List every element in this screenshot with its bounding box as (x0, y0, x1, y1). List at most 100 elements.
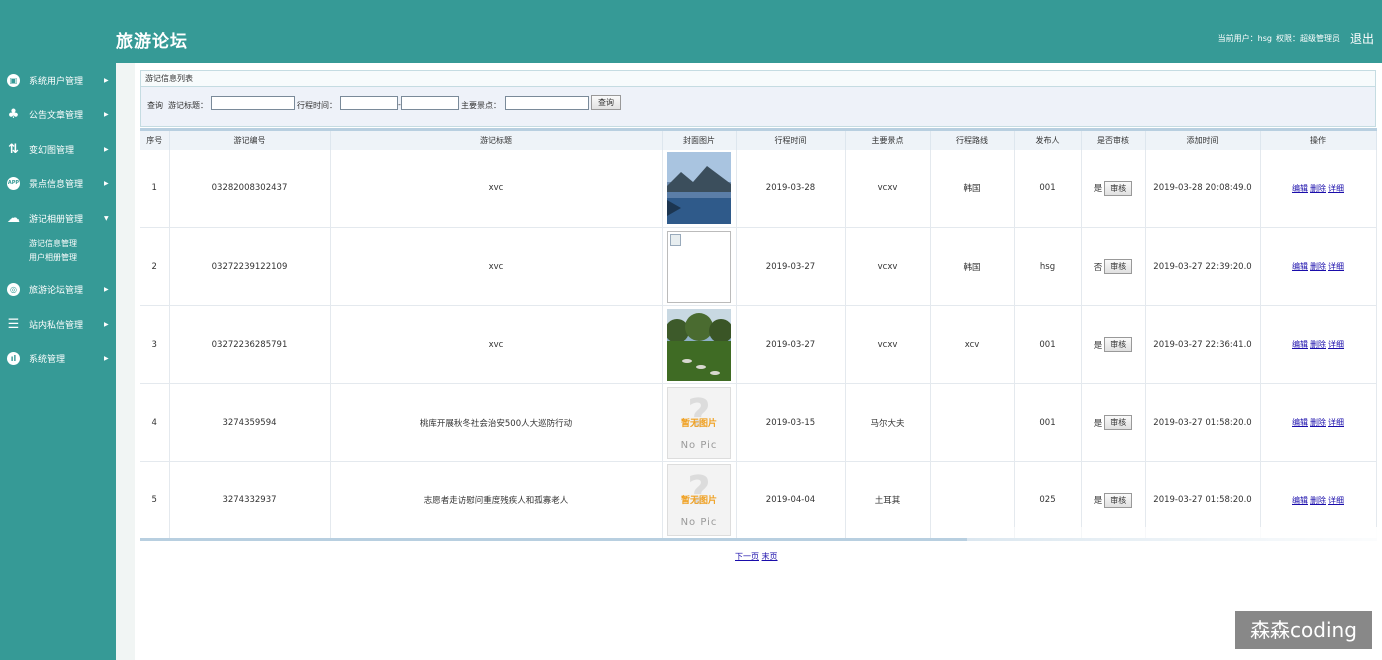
pagination: 下一页 末页 (735, 551, 778, 562)
chevron-right-icon: ▶ (104, 110, 109, 118)
cloud-icon: ☁ (7, 210, 20, 226)
logout-link[interactable]: 退出 (1350, 30, 1374, 47)
audit-button[interactable]: 审核 (1104, 180, 1133, 196)
detail-link[interactable]: 详细 (1328, 418, 1344, 427)
search-prefix: 查询 (147, 101, 163, 110)
table-header-row: 序号 游记编号 游记标题 封面图片 行程时间 主要景点 行程路线 发布人 是否审… (140, 129, 1377, 150)
stats-icon: ıl (7, 351, 20, 365)
edit-link[interactable]: 编辑 (1292, 418, 1308, 427)
chevron-right-icon: ▶ (104, 320, 109, 328)
delete-link[interactable]: 删除 (1310, 262, 1326, 271)
audit-button[interactable]: 审核 (1104, 415, 1133, 430)
table-row: 1 03282008302437 xvc 2019-03-28 vcxv 韩国 … (140, 149, 1377, 228)
cell-added-time: 2019-03-27 22:39:20.0 (1145, 227, 1261, 306)
spot-filter-input[interactable] (505, 96, 589, 110)
no-pic-placeholder: ? 暂无图片 No Pic (667, 464, 731, 536)
audit-button[interactable]: 审核 (1104, 337, 1133, 352)
next-page-link[interactable]: 下一页 (735, 552, 759, 561)
cell-spot: vcxv (845, 227, 931, 306)
watermark: 森森coding (1235, 611, 1372, 649)
cell-title: xvc (330, 227, 663, 306)
sidebar-gutter (116, 63, 135, 660)
cell-title: xvc (330, 149, 663, 228)
cell-approved: 否审核 (1081, 227, 1146, 306)
sidebar-subitem-travel-notes[interactable]: 游记信息管理 (29, 238, 77, 249)
chevron-right-icon: ▶ (104, 76, 109, 84)
cell-no: 4 (140, 383, 170, 462)
table-row: 3 03272236285791 xvc 2019-03-27 vcxv xcv… (140, 305, 1377, 384)
audit-button[interactable]: 审核 (1104, 492, 1133, 508)
cell-author: 001 (1014, 383, 1082, 462)
column-header: 发布人 (1014, 129, 1082, 150)
column-header: 行程路线 (930, 129, 1015, 150)
delete-link[interactable]: 删除 (1310, 184, 1326, 193)
screen-glare (967, 527, 1382, 553)
edit-link[interactable]: 编辑 (1292, 496, 1308, 505)
delete-link[interactable]: 删除 (1310, 496, 1326, 505)
user-role: 权限：超级管理员 (1275, 34, 1340, 43)
lake-photo-thumbnail (667, 152, 731, 225)
current-user: 当前用户：hsg (1217, 34, 1272, 43)
search-bar: 查询 游记标题： 行程时间： - 主要景点： 查询 (140, 87, 1376, 127)
cell-no: 5 (140, 461, 170, 540)
approved-status: 是 (1093, 496, 1103, 506)
cell-date: 2019-03-27 (736, 227, 846, 306)
cell-added-time: 2019-03-27 01:58:20.0 (1145, 383, 1261, 462)
sidebar-item-scenic-spots[interactable]: APP 景点信息管理 ▶ (0, 173, 116, 193)
cell-date: 2019-03-15 (736, 383, 846, 462)
delete-link[interactable]: 删除 (1310, 340, 1326, 349)
cell-cover: ? 暂无图片 No Pic (662, 461, 737, 540)
table-row: 4 3274359594 桃库开展秋冬社会治安500人大巡防行动 ? 暂无图片 … (140, 383, 1377, 462)
sidebar-item-announcements[interactable]: ♣ 公告文章管理 ▶ (0, 104, 116, 124)
cell-no: 3 (140, 305, 170, 384)
sidebar-item-label: 系统管理 (29, 354, 66, 365)
cell-title: 桃库开展秋冬社会治安500人大巡防行动 (330, 383, 663, 462)
detail-link[interactable]: 详细 (1328, 340, 1344, 349)
detail-link[interactable]: 详细 (1328, 496, 1344, 505)
cell-approved: 是审核 (1081, 383, 1146, 462)
cell-route: 韩国 (930, 149, 1015, 228)
cell-spot: 土耳其 (845, 461, 931, 540)
detail-link[interactable]: 详细 (1328, 184, 1344, 193)
sidebar-item-label: 旅游论坛管理 (29, 285, 84, 296)
chevron-right-icon: ▶ (104, 285, 109, 293)
edit-link[interactable]: 编辑 (1292, 340, 1308, 349)
detail-link[interactable]: 详细 (1328, 262, 1344, 271)
no-pic-placeholder: ? 暂无图片 No Pic (667, 386, 731, 459)
sidebar-item-forum[interactable]: ◎ 旅游论坛管理 ▶ (0, 279, 116, 299)
edit-link[interactable]: 编辑 (1292, 184, 1308, 193)
search-button[interactable]: 查询 (591, 95, 621, 110)
sidebar-item-travel-albums[interactable]: ☁ 游记相册管理 ▼ (0, 208, 116, 228)
site-title: 旅游论坛 (116, 32, 188, 52)
date-from-input[interactable] (340, 96, 398, 110)
title-filter-label: 游记标题： (168, 101, 208, 110)
cell-date: 2019-03-27 (736, 305, 846, 384)
last-page-link[interactable]: 末页 (762, 552, 778, 561)
chevron-right-icon: ▶ (104, 354, 109, 362)
sidebar-item-slideshow[interactable]: ⇅ 变幻图管理 ▶ (0, 139, 116, 159)
delete-link[interactable]: 删除 (1310, 418, 1326, 427)
date-to-input[interactable] (401, 96, 459, 110)
cell-code: 3274332937 (169, 461, 331, 540)
sidebar-item-label: 系统用户管理 (29, 76, 84, 87)
column-header: 操作 (1260, 129, 1377, 150)
sidebar-item-system-users[interactable]: ▣ 系统用户管理 ▶ (0, 70, 116, 90)
sidebar-item-system[interactable]: ıl 系统管理 ▶ (0, 348, 116, 368)
cell-ops: 编辑 删除 详细 (1260, 227, 1377, 306)
sidebar-subitem-user-albums[interactable]: 用户相册管理 (29, 252, 77, 263)
edit-link[interactable]: 编辑 (1292, 262, 1308, 271)
sidebar-item-messages[interactable]: ☰ 站内私信管理 ▶ (0, 314, 116, 334)
nopic-label-en: No Pic (680, 517, 718, 528)
approved-status: 是 (1093, 184, 1103, 195)
cell-spot: vcxv (845, 149, 931, 228)
monitor-icon: ▣ (7, 73, 20, 87)
chevron-down-icon: ▼ (104, 214, 109, 222)
cell-spot: 马尔大夫 (845, 383, 931, 462)
cell-no: 1 (140, 149, 170, 228)
column-header: 主要景点 (845, 129, 931, 150)
user-add-icon: ♣ (7, 106, 20, 122)
nopic-label-cn: 暂无图片 (680, 496, 717, 506)
audit-button[interactable]: 审核 (1104, 259, 1133, 274)
cell-author: 001 (1014, 305, 1082, 384)
title-filter-input[interactable] (211, 96, 295, 110)
